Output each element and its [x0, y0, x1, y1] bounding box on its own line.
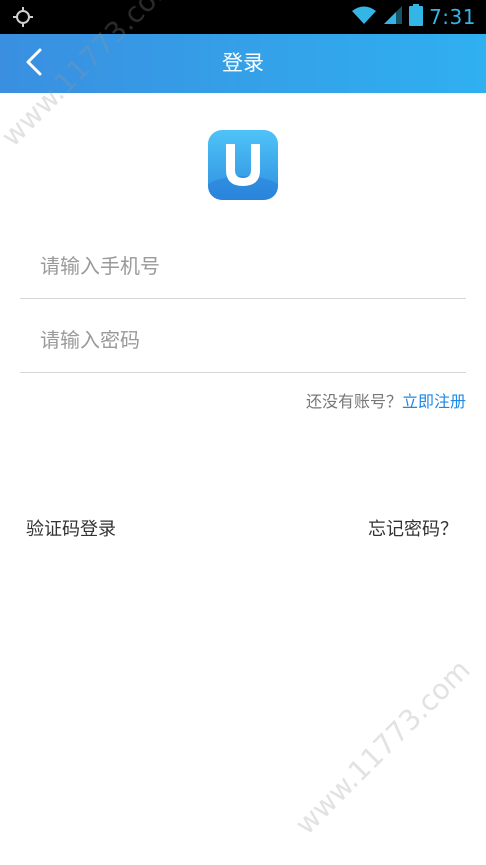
app-logo — [208, 130, 278, 200]
sms-login-link[interactable]: 验证码登录 — [26, 515, 116, 541]
signal-icon — [383, 5, 403, 29]
header-bar: 登录 — [0, 34, 486, 93]
status-time: 7:31 — [429, 5, 476, 29]
phone-field-row — [20, 234, 466, 299]
status-bar: 7:31 — [0, 0, 486, 34]
watermark-bottom: www.11773.com — [288, 653, 477, 841]
password-input[interactable] — [40, 320, 440, 360]
phone-input[interactable] — [40, 246, 440, 286]
gps-icon — [12, 6, 34, 28]
password-field-row — [20, 308, 466, 373]
register-hint: 还没有账号？立即注册 — [306, 388, 466, 412]
login-screen: 7:31 登录 还没有账号？立即注册 验证码登录 忘记密码？ ww — [0, 0, 486, 865]
register-prompt: 还没有账号？ — [305, 392, 402, 411]
page-title: 登录 — [222, 51, 264, 75]
status-icons: 7:31 — [351, 0, 476, 34]
wifi-icon — [351, 5, 377, 29]
register-link[interactable]: 立即注册 — [402, 392, 466, 411]
battery-icon — [409, 4, 424, 30]
forgot-password-link[interactable]: 忘记密码？ — [368, 515, 458, 541]
